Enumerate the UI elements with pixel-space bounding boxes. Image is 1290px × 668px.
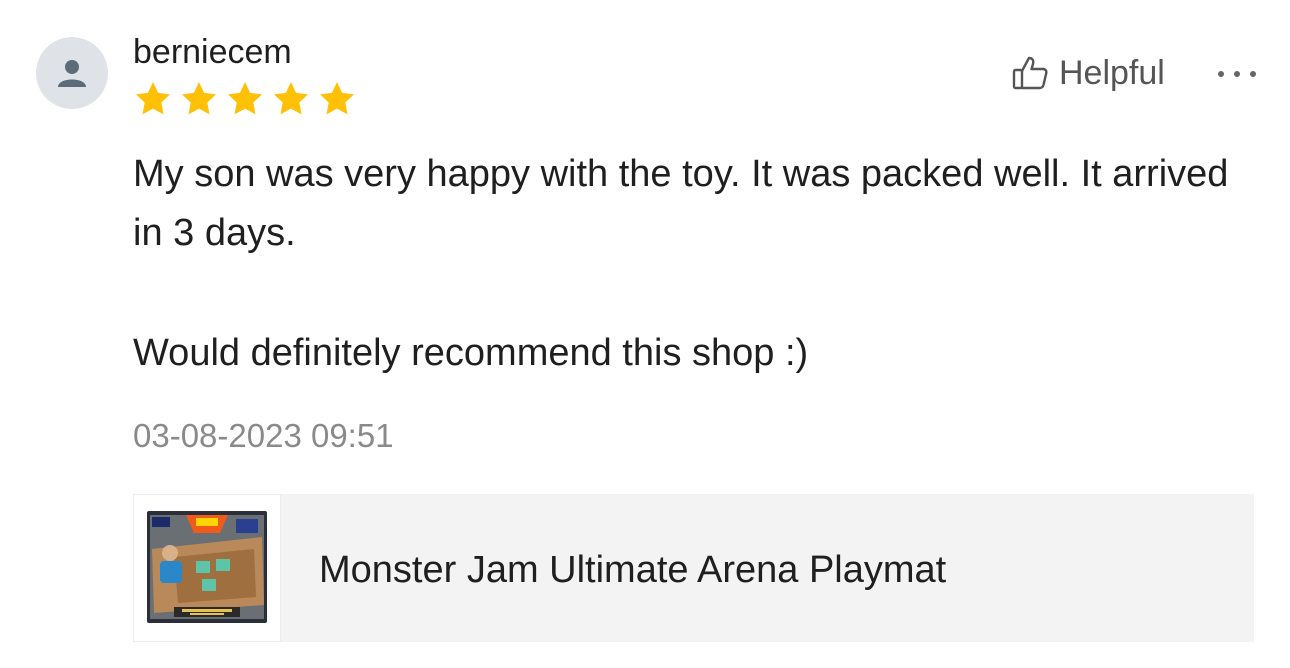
helpful-button[interactable]: Helpful <box>1011 53 1165 93</box>
more-options-icon[interactable] <box>1218 62 1256 86</box>
star-icon <box>136 82 170 115</box>
avatar[interactable] <box>36 37 108 109</box>
review-paragraph: Would definitely recommend this shop :) <box>133 332 809 374</box>
review-paragraph: My son was very happy with the toy. It w… <box>133 153 1229 254</box>
star-rating <box>131 79 359 119</box>
review-text: My son was very happy with the toy. It w… <box>133 145 1263 383</box>
product-name[interactable]: Monster Jam Ultimate Arena Playmat <box>319 548 946 592</box>
star-icon <box>320 82 354 115</box>
product-card[interactable]: Monster Jam Ultimate Arena Playmat <box>133 494 1254 642</box>
star-icon <box>182 82 216 115</box>
product-image <box>147 511 267 623</box>
thumbs-up-icon <box>1012 56 1048 90</box>
product-thumbnail <box>133 494 281 642</box>
helpful-label: Helpful <box>1059 54 1165 92</box>
review-timestamp: 03-08-2023 09:51 <box>133 417 394 454</box>
person-icon <box>58 60 86 87</box>
star-icon <box>274 82 308 115</box>
username[interactable]: berniecem <box>133 32 292 72</box>
star-icon <box>228 82 262 115</box>
review-item: berniecem Helpful My son was very happy … <box>0 0 1290 668</box>
